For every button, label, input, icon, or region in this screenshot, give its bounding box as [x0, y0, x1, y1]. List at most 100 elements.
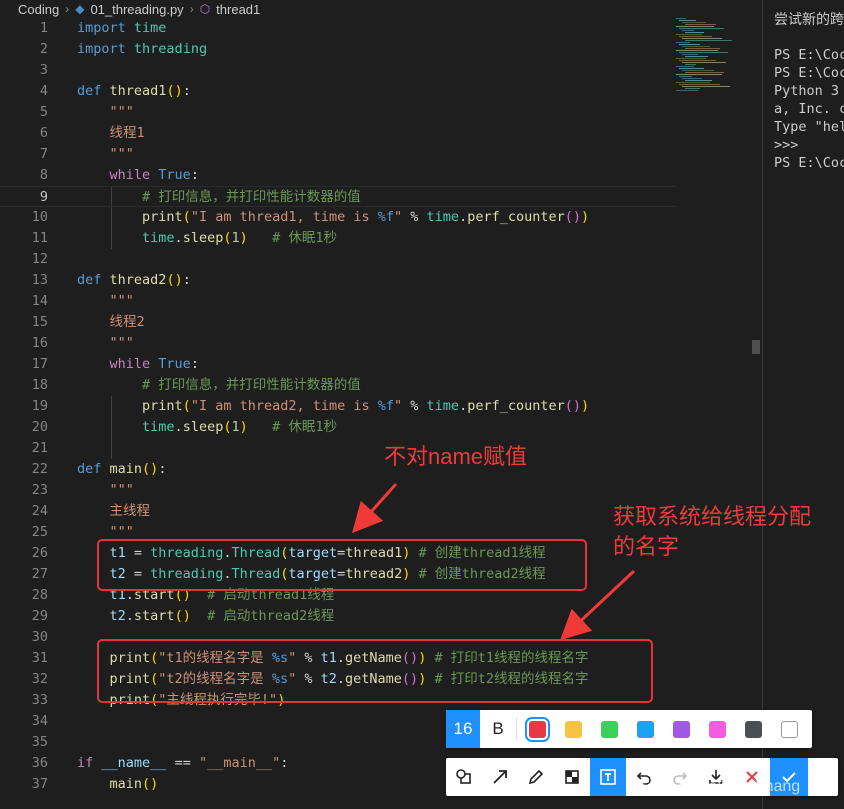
- font-size-button[interactable]: 16: [446, 710, 480, 748]
- code-text: time.sleep(1) # 休眠1秒: [142, 419, 338, 435]
- code-text: """: [77, 482, 134, 498]
- minimap-line: [679, 76, 692, 77]
- breadcrumb-symbol[interactable]: thread1: [216, 2, 260, 17]
- annotation-label-system-name-line2: 的名字: [613, 534, 680, 559]
- code-line[interactable]: 5 """: [0, 102, 676, 123]
- line-number: 14: [31, 293, 48, 309]
- color-swatch[interactable]: [600, 720, 618, 738]
- code-line[interactable]: 1 import time: [0, 18, 676, 39]
- code-line[interactable]: 10 print("I am thread1, time is %f" % ti…: [0, 207, 676, 228]
- minimap-line: [682, 54, 698, 55]
- minimap-line: [682, 30, 694, 31]
- annotation-label-system-name-line1: 获取系统给线程分配: [613, 504, 812, 529]
- annotation-box-thread-creation: [97, 539, 587, 591]
- code-text: # 打印信息，并打印性能计数器的值: [77, 377, 361, 393]
- code-text: 线程2: [77, 314, 145, 330]
- minimap[interactable]: [676, 18, 756, 98]
- code-text: def thread1():: [77, 83, 191, 99]
- chevron-right-icon: ›: [65, 2, 70, 16]
- scrollbar-thumb[interactable]: [752, 340, 760, 354]
- code-text: time.sleep(1) # 休眠1秒: [142, 230, 338, 246]
- watermark: CSDN @Wallace Zhang: [628, 778, 801, 795]
- terminal-line: PS E:\Coc: [774, 155, 844, 171]
- text-tool-icon[interactable]: [590, 758, 626, 796]
- minimap-line: [685, 88, 700, 89]
- code-line[interactable]: 12: [0, 249, 676, 270]
- line-number: 15: [31, 314, 48, 330]
- code-text: while True:: [109, 167, 199, 183]
- code-line[interactable]: 23 """: [0, 480, 676, 501]
- line-number: 21: [31, 440, 48, 456]
- code-text: def main():: [77, 461, 167, 477]
- breadcrumb-file[interactable]: 01_threading.py: [90, 2, 183, 17]
- line-number: 36: [31, 755, 48, 771]
- annotation-box-getname: [97, 639, 653, 703]
- line-number: 5: [39, 104, 48, 120]
- code-line[interactable]: 22 def main():: [0, 459, 676, 480]
- terminal-panel[interactable]: 尝试新的跨 PS E:\Coc PS E:\Coc Python 3 a, Inc. c…: [763, 0, 844, 809]
- code-line[interactable]: 2 import threading: [0, 39, 676, 60]
- line-number: 23: [31, 482, 48, 498]
- terminal-line: Python 3: [774, 83, 840, 99]
- code-text: import threading: [77, 41, 208, 57]
- code-line[interactable]: 24 主线程: [0, 501, 676, 522]
- line-number: 16: [31, 335, 48, 351]
- color-swatch[interactable]: [636, 720, 654, 738]
- mosaic-tool-icon[interactable]: [554, 758, 590, 796]
- code-line[interactable]: 8 while True:: [0, 165, 676, 186]
- minimap-line: [676, 74, 722, 75]
- code-text: """: [77, 293, 134, 309]
- minimap-line: [679, 20, 696, 21]
- arrow-tool-icon[interactable]: [482, 758, 518, 796]
- code-line[interactable]: 11 time.sleep(1) # 休眠1秒: [0, 228, 676, 249]
- minimap-line: [685, 24, 716, 25]
- line-number: 6: [39, 125, 48, 141]
- line-number: 4: [39, 83, 48, 99]
- line-number: 11: [31, 230, 48, 246]
- minimap-line: [676, 82, 710, 83]
- minimap-line: [685, 40, 732, 41]
- minimap-line: [676, 66, 694, 67]
- code-line[interactable]: 4 def thread1():: [0, 81, 676, 102]
- function-symbol-icon: ⬡: [199, 2, 211, 16]
- color-swatch[interactable]: [672, 720, 690, 738]
- color-swatch[interactable]: [564, 720, 582, 738]
- color-swatch[interactable]: [780, 720, 798, 738]
- minimap-line: [682, 46, 710, 47]
- code-line[interactable]: 7 """: [0, 144, 676, 165]
- minimap-line: [676, 26, 714, 27]
- minimap-line: [676, 90, 698, 91]
- code-line[interactable]: 15 线程2: [0, 312, 676, 333]
- code-line[interactable]: 17 while True:: [0, 354, 676, 375]
- code-line[interactable]: 20 time.sleep(1) # 休眠1秒: [0, 417, 676, 438]
- pen-tool-icon[interactable]: [518, 758, 554, 796]
- terminal-line: PS E:\Coc: [774, 47, 844, 63]
- terminal-line: 尝试新的跨: [774, 11, 844, 27]
- color-swatch[interactable]: [524, 716, 550, 742]
- color-swatch[interactable]: [744, 720, 762, 738]
- minimap-line: [685, 32, 704, 33]
- minimap-line: [679, 28, 724, 29]
- line-number: 7: [39, 146, 48, 162]
- line-number: 35: [31, 734, 48, 750]
- code-line[interactable]: 21: [0, 438, 676, 459]
- line-number: 22: [31, 461, 48, 477]
- code-line[interactable]: 16 """: [0, 333, 676, 354]
- bold-button[interactable]: B: [480, 710, 516, 748]
- code-line[interactable]: 13 def thread2():: [0, 270, 676, 291]
- code-text: if __name__ == "__main__":: [77, 755, 289, 771]
- code-line[interactable]: 6 线程1: [0, 123, 676, 144]
- color-swatch[interactable]: [708, 720, 726, 738]
- code-line[interactable]: 14 """: [0, 291, 676, 312]
- code-line[interactable]: 19 print("I am thread2, time is %f" % ti…: [0, 396, 676, 417]
- breadcrumb-folder[interactable]: Coding: [18, 2, 59, 17]
- code-line[interactable]: 3: [0, 60, 676, 81]
- code-text: print("I am thread1, time is %f" % time.…: [142, 209, 590, 225]
- code-line[interactable]: 29 t2.start() # 启动thread2线程: [0, 606, 676, 627]
- minimap-line: [685, 80, 712, 81]
- code-line[interactable]: 9 # 打印信息，并打印性能计数器的值: [0, 186, 676, 207]
- code-line[interactable]: 18 # 打印信息，并打印性能计数器的值: [0, 375, 676, 396]
- shape-tool-icon[interactable]: [446, 758, 482, 796]
- code-text: def thread2():: [77, 272, 191, 288]
- minimap-line: [679, 68, 704, 69]
